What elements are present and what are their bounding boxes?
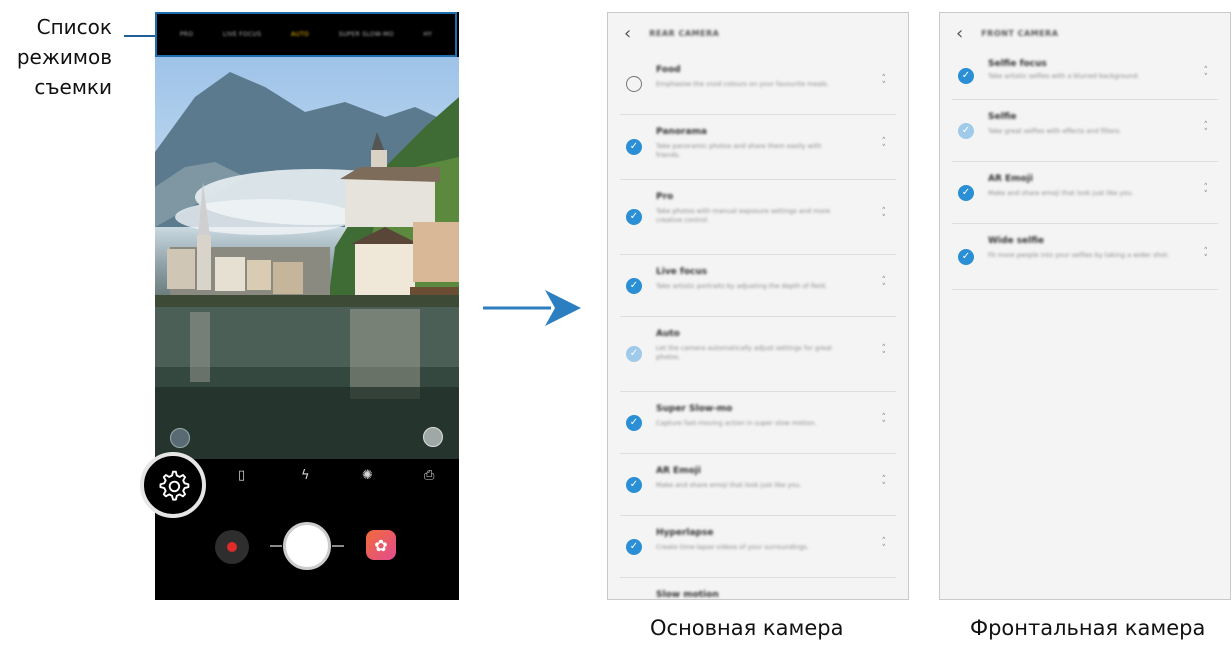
bixby-vision-icon[interactable] (170, 428, 190, 448)
mode-row[interactable]: ✓ Selfie Take great selfies with effects… (952, 100, 1218, 162)
mode-desc: Make and share emoji that look just like… (656, 481, 802, 489)
mode-name: Selfie (988, 112, 1017, 122)
back-icon[interactable]: ‹ (956, 23, 963, 44)
rear-camera-modes-panel: ‹ REAR CAMERA Food Emphasise the vivid c… (607, 12, 909, 600)
aspect-ratio-icon[interactable]: ▯ (238, 468, 245, 484)
filter-icon[interactable]: ✺ (362, 468, 373, 484)
reorder-icon[interactable]: ˄ ˅ (882, 276, 887, 292)
mode-name: Hyperlapse (656, 528, 714, 538)
mode-desc: Take photos with manual exposure setting… (656, 207, 830, 224)
mode-row[interactable]: ✓ Auto Let the camera automatically adju… (620, 317, 896, 392)
mode-name: Selfie focus (988, 59, 1047, 69)
mode-name: Wide selfie (988, 236, 1045, 246)
mode-name: Live focus (656, 267, 708, 277)
checkbox-icon[interactable]: ✓ (626, 209, 642, 225)
mode-row[interactable]: ✓ AR Emoji Make and share emoji that loo… (620, 454, 896, 516)
zoom-line-left (270, 545, 282, 547)
checkbox-icon[interactable]: ✓ (626, 277, 642, 294)
switch-camera-icon[interactable]: ⎙ (424, 468, 434, 484)
reorder-icon[interactable]: ˄ ˅ (1204, 121, 1209, 137)
reorder-icon[interactable]: ˄ ˅ (1204, 183, 1209, 199)
mode-desc: Take panoramic photos and share them eas… (656, 142, 822, 159)
checkbox-icon[interactable]: ✓ (626, 139, 642, 155)
front-camera-caption: Фронтальная камера (970, 616, 1206, 640)
front-camera-modes-panel: ‹ FRONT CAMERA ✓ Selfie focus Take artis… (939, 12, 1231, 600)
callout-line-1: Список (36, 15, 112, 39)
reorder-icon[interactable]: ˄ ˅ (882, 345, 887, 361)
mode-desc: Capture fast-moving action in super slow… (656, 419, 817, 427)
panel-title: REAR CAMERA (649, 28, 720, 38)
mode-desc: Fit more people into your selfies by tak… (988, 251, 1170, 259)
checkbox-icon[interactable]: ✓ (626, 538, 642, 555)
camera-preview (155, 57, 459, 459)
mode-row[interactable]: ✓ AR Emoji Make and share emoji that loo… (952, 162, 1218, 224)
mode-row[interactable]: ✓ Selfie focus Take artistic selfies wit… (952, 53, 1218, 100)
rear-camera-caption: Основная камера (650, 616, 844, 640)
mode-hyperlapse[interactable]: HY (423, 31, 432, 38)
mode-row[interactable]: ✓ Wide selfie Fit more people into your … (952, 224, 1218, 290)
arrow-right-icon (483, 290, 581, 326)
back-icon[interactable]: ‹ (624, 23, 631, 44)
mode-row[interactable]: ✓ Panorama Take panoramic photos and sha… (620, 115, 896, 180)
mode-pro[interactable]: PRO (180, 31, 193, 38)
stickers-icon[interactable]: ✿ (366, 530, 396, 560)
mode-desc: Let the camera automatically adjust sett… (656, 344, 833, 361)
reorder-icon[interactable]: ˄ ˅ (882, 413, 887, 429)
checkbox-icon[interactable]: ✓ (626, 414, 642, 431)
reorder-icon[interactable]: ˄ ˅ (1204, 247, 1209, 263)
reorder-icon[interactable]: ˄ ˅ (882, 208, 887, 224)
mode-list-highlight: PRO LIVE FOCUS AUTO SUPER SLOW-MO HY (155, 12, 457, 57)
panel-title: FRONT CAMERA (981, 28, 1059, 38)
mode-desc: Take artistic selfies with a blurred bac… (988, 72, 1140, 80)
reorder-icon[interactable]: ˄ ˅ (882, 138, 887, 154)
reorder-icon[interactable]: ˄ ˅ (1204, 67, 1209, 83)
checkbox-icon[interactable]: ✓ (958, 68, 974, 84)
mode-desc: Emphasise the vivid colours on your favo… (656, 80, 829, 88)
mode-desc: Take great selfies with effects and filt… (988, 127, 1122, 135)
callout-line-3: съемки (34, 75, 112, 99)
checkbox-icon[interactable]: ✓ (626, 476, 642, 493)
mode-desc: Make and share emoji that look just like… (988, 189, 1134, 197)
checkbox-icon: ✓ (626, 346, 642, 362)
callout-line-2: режимов (16, 45, 112, 69)
flash-off-icon[interactable]: ϟ (301, 468, 310, 484)
mode-auto[interactable]: AUTO (291, 31, 309, 38)
mode-row[interactable]: ✓ Pro Take photos with manual exposure s… (620, 180, 896, 255)
mode-name: Pro (656, 192, 674, 202)
mode-row[interactable]: ✓ Super Slow-mo Capture fast-moving acti… (620, 392, 896, 454)
mode-row[interactable]: Food Emphasise the vivid colours on your… (620, 53, 896, 115)
mode-desc: Create time-lapse videos of your surroun… (656, 543, 809, 551)
panel-header: ‹ REAR CAMERA (608, 13, 908, 53)
record-button[interactable] (215, 530, 249, 564)
mode-list-callout: Список режимов съемки (0, 12, 112, 102)
mode-name: Slow motion (656, 590, 719, 600)
mode-live-focus[interactable]: LIVE FOCUS (223, 31, 261, 38)
mode-desc: Take artistic portraits by adjusting the… (656, 282, 827, 290)
reorder-icon[interactable]: ˄ ˅ (882, 475, 887, 491)
gallery-thumbnail[interactable] (423, 427, 443, 447)
mode-row[interactable]: ✓ Hyperlapse Create time-lapse videos of… (620, 516, 896, 578)
mode-name: Auto (656, 329, 680, 339)
mode-row[interactable]: Slow motion (620, 578, 896, 600)
panel-header: ‹ FRONT CAMERA (940, 13, 1230, 53)
mode-name: Panorama (656, 127, 707, 137)
mode-super-slow-mo[interactable]: SUPER SLOW-MO (339, 31, 394, 38)
reorder-icon[interactable]: ˄ ˅ (882, 537, 887, 553)
mode-row[interactable]: ✓ Live focus Take artistic portraits by … (620, 255, 896, 317)
mode-name: Super Slow-mo (656, 404, 733, 414)
shutter-button[interactable] (283, 522, 331, 570)
mode-name: AR Emoji (656, 466, 701, 476)
mode-name: Food (656, 65, 681, 75)
settings-icon (159, 470, 190, 501)
reorder-icon[interactable]: ˄ ˅ (882, 74, 887, 90)
checkbox-icon[interactable]: ✓ (958, 184, 974, 201)
zoom-line-right (332, 545, 344, 547)
checkbox-icon[interactable]: ✓ (958, 248, 974, 265)
checkbox-icon: ✓ (958, 122, 974, 139)
settings-button[interactable] (140, 452, 206, 518)
callout-pointer-line (124, 35, 156, 37)
mode-name: AR Emoji (988, 174, 1033, 184)
checkbox-icon[interactable] (626, 75, 642, 92)
